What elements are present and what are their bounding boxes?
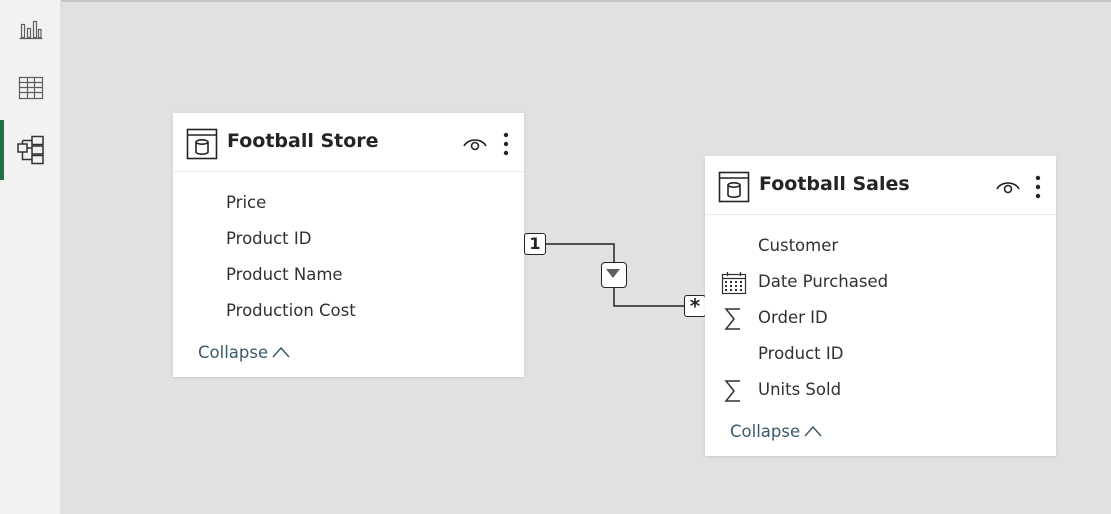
field-name: Product Name [226, 265, 343, 284]
data-view-icon [18, 76, 44, 100]
table-icon [718, 171, 750, 203]
eye-icon[interactable] [462, 134, 488, 154]
more-options-icon[interactable] [502, 131, 510, 157]
model-canvas[interactable]: 1 * Football Store Price Product ID Prod… [61, 0, 1111, 514]
field-name: Customer [758, 236, 839, 255]
field-list: Price Product ID Product Name Production… [173, 185, 524, 329]
field-item[interactable]: Production Cost [173, 293, 524, 329]
sigma-icon [724, 308, 740, 330]
field-name: Date Purchased [758, 272, 889, 291]
filter-direction-icon[interactable] [601, 262, 627, 288]
field-item[interactable]: Price [173, 185, 524, 221]
field-item[interactable]: Product ID [173, 221, 524, 257]
model-view-icon [16, 135, 46, 165]
field-name: Units Sold [758, 380, 842, 399]
field-item[interactable]: Product ID [705, 336, 1056, 372]
eye-icon[interactable] [995, 177, 1021, 197]
report-view-button[interactable] [0, 7, 61, 51]
field-item[interactable]: Customer [705, 228, 1056, 264]
left-navigation [0, 0, 61, 514]
field-item[interactable]: Date Purchased [705, 264, 1056, 300]
table-title: Football Sales [759, 173, 910, 195]
sigma-icon [724, 380, 740, 402]
more-options-icon[interactable] [1034, 174, 1042, 200]
chevron-up-icon [272, 346, 290, 357]
table-icon [186, 128, 218, 160]
field-item[interactable]: Units Sold [705, 372, 1056, 408]
chevron-up-icon [804, 425, 822, 436]
collapse-button[interactable]: Collapse [730, 422, 822, 441]
field-list: Customer Date Purchased Order ID Product… [705, 228, 1056, 408]
collapse-label: Collapse [730, 422, 801, 441]
data-view-button[interactable] [0, 66, 61, 110]
table-card-football-sales[interactable]: Football Sales Customer Date Purchased O… [705, 156, 1056, 456]
collapse-button[interactable]: Collapse [198, 343, 290, 362]
report-view-icon [19, 18, 43, 40]
table-card-header[interactable]: Football Store [173, 113, 524, 172]
field-item[interactable]: Product Name [173, 257, 524, 293]
model-view-button[interactable] [0, 120, 61, 180]
table-card-football-store[interactable]: Football Store Price Product ID Product … [173, 113, 524, 377]
field-name: Order ID [758, 308, 828, 327]
field-name: Production Cost [226, 301, 356, 320]
cardinality-many-label: * [684, 295, 706, 317]
collapse-label: Collapse [198, 343, 269, 362]
calendar-icon [721, 272, 747, 295]
field-name: Price [226, 193, 267, 212]
table-title: Football Store [227, 130, 379, 152]
field-name: Product ID [226, 229, 312, 248]
table-card-header[interactable]: Football Sales [705, 156, 1056, 215]
field-name: Product ID [758, 344, 844, 363]
cardinality-one-label: 1 [524, 233, 546, 255]
field-item[interactable]: Order ID [705, 300, 1056, 336]
